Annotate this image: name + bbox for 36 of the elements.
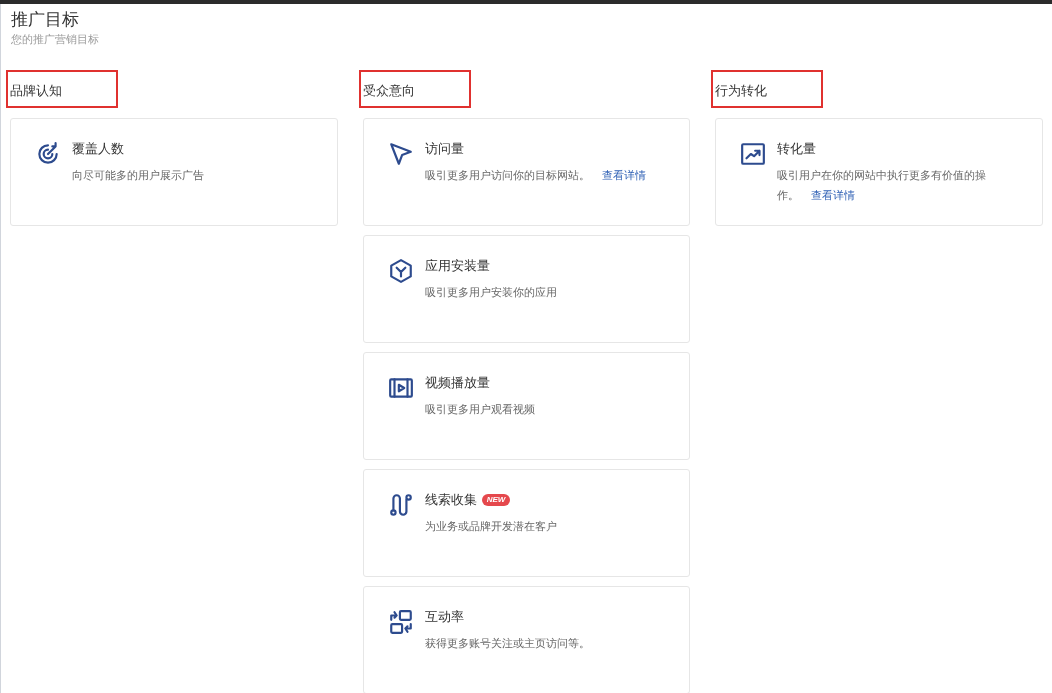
objective-card[interactable]: 转化量 吸引用户在你的网站中执行更多有价值的操作。 查看详情 — [715, 118, 1043, 226]
column-heading: 受众意向 — [358, 70, 471, 108]
card-description: 向尽可能多的用户展示广告 — [72, 168, 204, 183]
column-heading: 行为转化 — [711, 70, 824, 108]
objective-card[interactable]: 访问量 吸引更多用户访问你的目标网站。 查看详情 — [362, 118, 691, 226]
card-description: 吸引更多用户安装你的应用 — [424, 285, 557, 300]
page-subtitle: 您的推广营销目标 — [11, 32, 100, 46]
card-description: 吸引用户在你的网站中执行更多有价值的操作。 查看详情 — [777, 168, 988, 203]
objective-card[interactable]: 视频播放量 吸引更多用户观看视频 — [362, 352, 691, 460]
card-title: 访问量 — [424, 140, 464, 159]
card-description: 获得更多账号关注或主页访问等。 — [424, 636, 590, 651]
card-title: 线索收集 — [424, 491, 477, 510]
card-description: 吸引更多用户观看视频 — [424, 402, 535, 417]
route-icon — [387, 492, 414, 518]
card-title: 覆盖人数 — [72, 140, 124, 159]
view-details-link[interactable]: 查看详情 — [811, 189, 856, 201]
objective-card[interactable]: 应用安装量 吸引更多用户安装你的应用 — [362, 235, 691, 343]
card-description: 为业务或品牌开发潜在客户 — [424, 519, 557, 534]
card-title: 转化量 — [777, 140, 817, 159]
objective-card[interactable]: 互动率 获得更多账号关注或主页访问等。 — [362, 586, 691, 693]
column-heading: 品牌认知 — [6, 70, 118, 108]
swap-icon — [387, 609, 414, 635]
chart-icon — [740, 141, 767, 167]
objective-card[interactable]: 覆盖人数 向尽可能多的用户展示广告 — [10, 118, 338, 226]
card-title: 视频播放量 — [424, 374, 490, 393]
video-icon — [387, 375, 414, 401]
card-title: 应用安装量 — [424, 257, 490, 276]
card-title: 互动率 — [424, 608, 464, 627]
cursor-icon — [387, 141, 414, 167]
objective-card[interactable]: 线索收集 NEW 为业务或品牌开发潜在客户 — [362, 469, 691, 577]
view-details-link[interactable]: 查看详情 — [601, 169, 646, 181]
hexagon-icon — [387, 258, 414, 284]
page-title: 推广目标 — [11, 9, 80, 31]
card-description: 吸引更多用户访问你的目标网站。 查看详情 — [424, 168, 646, 183]
target-icon — [35, 141, 61, 167]
new-badge: NEW — [481, 494, 511, 506]
